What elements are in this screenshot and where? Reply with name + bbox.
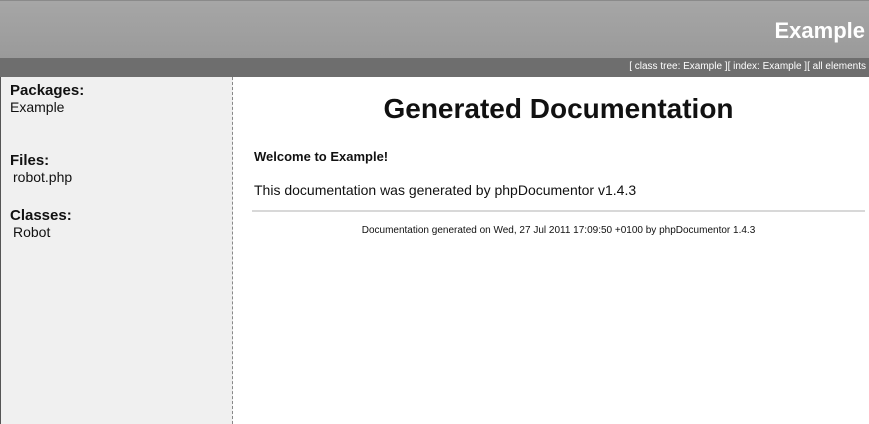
all-elements-link[interactable]: [ all elements [807,61,866,72]
divider [252,210,865,212]
files-section: Files: robot.php [10,152,72,186]
nav-links: [ class tree: Example ][ index: Example … [629,61,866,72]
index-link[interactable]: [ index: Example ] [728,61,807,72]
class-link-robot[interactable]: Robot [10,224,72,241]
classes-heading: Classes: [10,207,72,224]
page-title: Generated Documentation [383,93,734,124]
header-bar: Example [0,0,869,58]
welcome-heading: Welcome to Example! [254,149,389,164]
class-tree-link[interactable]: [ class tree: Example ] [629,61,727,72]
sidebar: Packages: Example Files: robot.php Class… [0,77,233,424]
package-link-example[interactable]: Example [10,99,84,116]
generator-text: This documentation was generated by phpD… [254,182,637,198]
classes-section: Classes: Robot [10,207,72,241]
file-link-robot-php[interactable]: robot.php [10,169,72,186]
header-title: Example [774,18,866,43]
nav-bar: [ class tree: Example ][ index: Example … [0,58,869,77]
packages-section: Packages: Example [10,82,84,116]
footer-note: Documentation generated on Wed, 27 Jul 2… [361,225,756,236]
packages-heading: Packages: [10,82,85,99]
files-heading: Files: [10,152,50,169]
main-content: Generated Documentation Welcome to Examp… [252,77,865,424]
doc-page: Example [ class tree: Example ][ index: … [0,0,869,424]
